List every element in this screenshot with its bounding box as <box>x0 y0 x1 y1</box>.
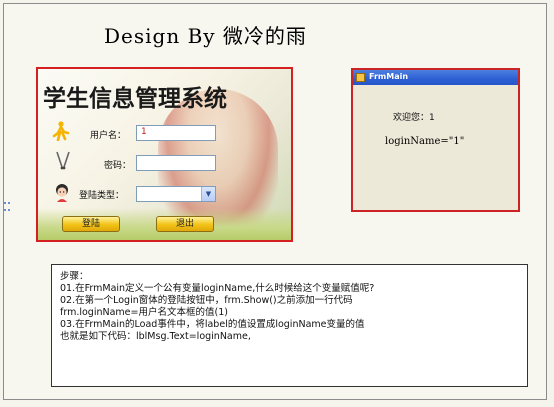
login-name-label: loginName="1" <box>385 136 465 147</box>
frmmain-title: FrmMain <box>369 72 409 81</box>
screenshot-canvas: Design By 微冷的雨 学生信息管理系统 用户名： 1 密码： 登陆类型：… <box>3 3 547 400</box>
step-line: 02.在第一个Login窗体的登陆按钮中，frm.Show()之前添加一行代码 <box>60 295 353 306</box>
username-input[interactable]: 1 <box>136 125 216 141</box>
system-title: 学生信息管理系统 <box>43 86 227 112</box>
login-type-select[interactable]: ▼ <box>136 186 216 202</box>
exit-button[interactable]: 退出 <box>156 216 214 232</box>
password-label: 密码： <box>104 161 132 171</box>
username-label: 用户名： <box>90 131 127 141</box>
frmmain-titlebar[interactable]: FrmMain <box>353 70 518 85</box>
login-button[interactable]: 登陆 <box>62 216 120 232</box>
user-avatar-icon <box>56 184 68 202</box>
chevron-down-icon[interactable]: ▼ <box>201 187 215 201</box>
step-line: 01.在FrmMain定义一个公有变量loginName,什么时候给这个变量赋值… <box>60 283 375 294</box>
login-type-label: 登陆类型： <box>79 191 125 201</box>
dotted-handle-icon <box>4 202 10 211</box>
step-line: 也就是如下代码：lblMsg.Text=loginName, <box>60 331 251 342</box>
frmmain-window: FrmMain 欢迎您：1 loginName="1" <box>351 68 520 212</box>
steps-header: 步骤： <box>60 271 89 282</box>
app-icon <box>356 73 365 82</box>
steps-box: 步骤： 01.在FrmMain定义一个公有变量loginName,什么时候给这个… <box>51 264 528 387</box>
step-line: 03.在FrmMain的Load事件中，将label的值设置成loginName… <box>60 319 365 330</box>
key-icon <box>56 151 70 170</box>
step-line: frm.loginName=用户名文本框的值(1) <box>60 307 228 318</box>
login-window: 学生信息管理系统 用户名： 1 密码： 登陆类型： ▼ 登陆 退出 <box>36 67 293 242</box>
page-heading: Design By 微冷的雨 <box>104 24 307 48</box>
person-running-icon <box>52 121 70 141</box>
password-input[interactable] <box>136 155 216 171</box>
welcome-label: 欢迎您：1 <box>393 113 435 123</box>
